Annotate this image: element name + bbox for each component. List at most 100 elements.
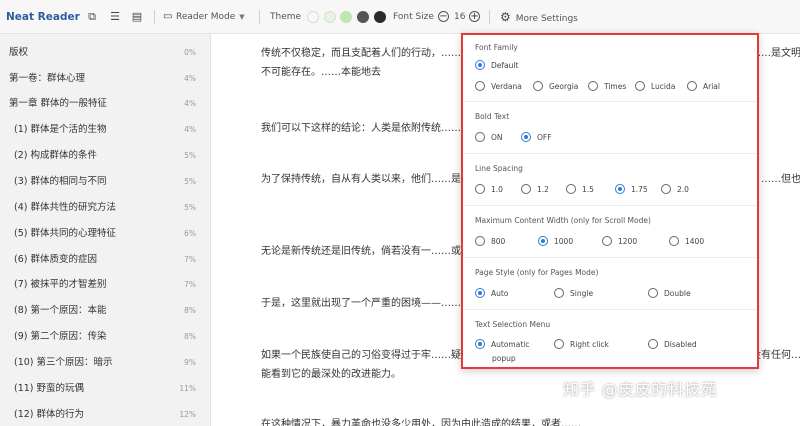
toc-item-label: (7) 被抹平的才智差别 — [14, 279, 107, 290]
font-option-arial[interactable]: Arial — [687, 81, 720, 93]
theme-swatch-gray[interactable] — [357, 11, 369, 23]
content-width-option[interactable]: 1200 — [602, 236, 637, 248]
toc-item-label: (4) 群体共性的研究方法 — [14, 202, 116, 213]
font-size-label: Font Size — [393, 12, 434, 22]
radio-button — [475, 339, 485, 349]
line-spacing-option[interactable]: 1.75 — [615, 184, 648, 196]
more-settings-label: More Settings — [515, 14, 578, 24]
radio-button — [687, 81, 697, 91]
more-settings-button[interactable]: ⚙ More Settings — [500, 0, 578, 34]
radio-button — [635, 81, 645, 91]
toc-item-percent: 8% — [184, 306, 196, 315]
toc-item-percent: 12% — [179, 410, 196, 419]
top-toolbar: Neat Reader ⧉ ☰ ▤ ▭ Reader Mode ▼ Theme Fo… — [0, 0, 800, 34]
font-option-georgia[interactable]: Georgia — [533, 81, 578, 93]
theme-swatch-dark[interactable] — [374, 11, 386, 23]
content-width-option[interactable]: 1000 — [538, 236, 573, 248]
font-size-value: 16 — [454, 12, 466, 22]
line-spacing-option[interactable]: 1.0 — [475, 184, 503, 196]
toc-item[interactable]: (2) 构成群体的条件 5% — [14, 146, 196, 166]
option-label: 800 — [491, 237, 506, 246]
font-size-increase-button[interactable]: + — [469, 11, 480, 22]
bold-option-off[interactable]: OFF — [521, 132, 552, 144]
theme-swatch-light-green[interactable] — [324, 11, 336, 23]
radio-button — [475, 60, 485, 70]
theme-swatch-green[interactable] — [340, 11, 352, 23]
option-label: Automatic — [491, 340, 530, 349]
reading-mode-dropdown[interactable]: ▭ Reader Mode ▼ — [163, 0, 245, 34]
toc-item-percent: 11% — [179, 384, 196, 393]
font-option-default[interactable]: Default — [475, 60, 518, 72]
toc-item[interactable]: (10) 第三个原因：暗示 9% — [14, 353, 196, 373]
toc-item-percent: 8% — [184, 332, 196, 341]
toc-item[interactable]: 版权 0% — [9, 43, 196, 63]
font-option-lucida[interactable]: Lucida — [635, 81, 675, 93]
toc-item-percent: 4% — [184, 125, 196, 134]
content-width-option[interactable]: 800 — [475, 236, 505, 248]
radio-button — [475, 81, 485, 91]
selection-option-right-click[interactable]: Right click — [554, 339, 609, 351]
section-title: Font Family — [475, 43, 518, 52]
option-label: 1200 — [618, 237, 638, 246]
selection-option-disabled[interactable]: Disabled — [648, 339, 697, 351]
option-label: Times — [604, 82, 627, 91]
paragraph: 在这种情况下，暴力革命也没多少用处，因为由此造成的结果，或者…… — [261, 419, 581, 426]
toc-item-label: (11) 野蛮的玩偶 — [14, 383, 85, 394]
theme-swatch-white[interactable] — [307, 11, 319, 23]
toc-item[interactable]: (9) 第二个原因：传染 8% — [14, 327, 196, 347]
content-width-option[interactable]: 1400 — [669, 236, 704, 248]
bold-option-on[interactable]: ON — [475, 132, 503, 144]
toc-item[interactable]: (3) 群体的相同与不同 5% — [14, 172, 196, 192]
toc-item[interactable]: (4) 群体共性的研究方法 5% — [14, 198, 196, 218]
radio-button — [521, 184, 531, 194]
option-label: OFF — [537, 133, 552, 142]
toc-item[interactable]: (5) 群体共同的心理特征 6% — [14, 224, 196, 244]
toc-item[interactable]: (8) 第一个原因：本能 8% — [14, 301, 196, 321]
radio-button — [669, 236, 679, 246]
gear-icon: ⚙ — [500, 10, 511, 24]
page-style-option-double[interactable]: Double — [648, 288, 691, 300]
radio-button — [566, 184, 576, 194]
section-title: Maximum Content Width (only for Scroll M… — [475, 216, 651, 225]
toolbar-divider — [489, 10, 490, 24]
line-spacing-option[interactable]: 2.0 — [661, 184, 689, 196]
toc-item-percent: 6% — [184, 229, 196, 238]
option-label: Auto — [491, 289, 509, 298]
font-size-decrease-button[interactable]: − — [438, 11, 449, 22]
page-style-option-single[interactable]: Single — [554, 288, 593, 300]
section-title: Page Style (only for Pages Mode) — [475, 268, 599, 277]
page-style-option-auto[interactable]: Auto — [475, 288, 508, 300]
line-spacing-option[interactable]: 1.5 — [566, 184, 594, 196]
radio-button — [615, 184, 625, 194]
font-option-verdana[interactable]: Verdana — [475, 81, 522, 93]
toc-item[interactable]: 第一章 群体的一般特征 4% — [9, 94, 196, 114]
toc-item-label: (3) 群体的相同与不同 — [14, 176, 107, 187]
toc-item[interactable]: (11) 野蛮的玩偶 11% — [14, 379, 196, 399]
option-label: 1.75 — [631, 185, 648, 194]
table-of-contents: 版权 0% 第一卷：群体心理 4% 第一章 群体的一般特征 4% (1) 群体是个活的… — [0, 34, 211, 426]
radio-button — [648, 339, 658, 349]
toc-item[interactable]: (6) 群体质变的症因 7% — [14, 250, 196, 270]
toc-item[interactable]: 第一卷：群体心理 4% — [9, 69, 196, 89]
toc-item-label: (5) 群体共同的心理特征 — [14, 228, 116, 239]
toc-item-label: (6) 群体质变的症因 — [14, 254, 97, 265]
option-label: Lucida — [651, 82, 676, 91]
copy-icon[interactable]: ⧉ — [85, 0, 99, 34]
toc-item-label: (9) 第二个原因：传染 — [14, 331, 107, 342]
list-icon[interactable]: ☰ — [108, 0, 122, 34]
font-option-times[interactable]: Times — [588, 81, 626, 93]
radio-button — [661, 184, 671, 194]
option-label: Arial — [703, 82, 720, 91]
toc-item-percent: 9% — [184, 358, 196, 367]
radio-button — [588, 81, 598, 91]
selection-option-automatic[interactable]: Automatic — [475, 339, 529, 351]
radio-button — [538, 236, 548, 246]
radio-button — [475, 288, 485, 298]
line-spacing-option[interactable]: 1.2 — [521, 184, 549, 196]
toc-item[interactable]: (12) 群体的行为 12% — [14, 405, 196, 425]
page-icon[interactable]: ▤ — [130, 0, 144, 34]
toc-item[interactable]: (1) 群体是个活的生物 4% — [14, 120, 196, 140]
page-style-section: Page Style (only for Pages Mode) Auto Si… — [463, 257, 757, 310]
option-label: Disabled — [664, 340, 697, 349]
toc-item[interactable]: (7) 被抹平的才智差别 7% — [14, 275, 196, 295]
